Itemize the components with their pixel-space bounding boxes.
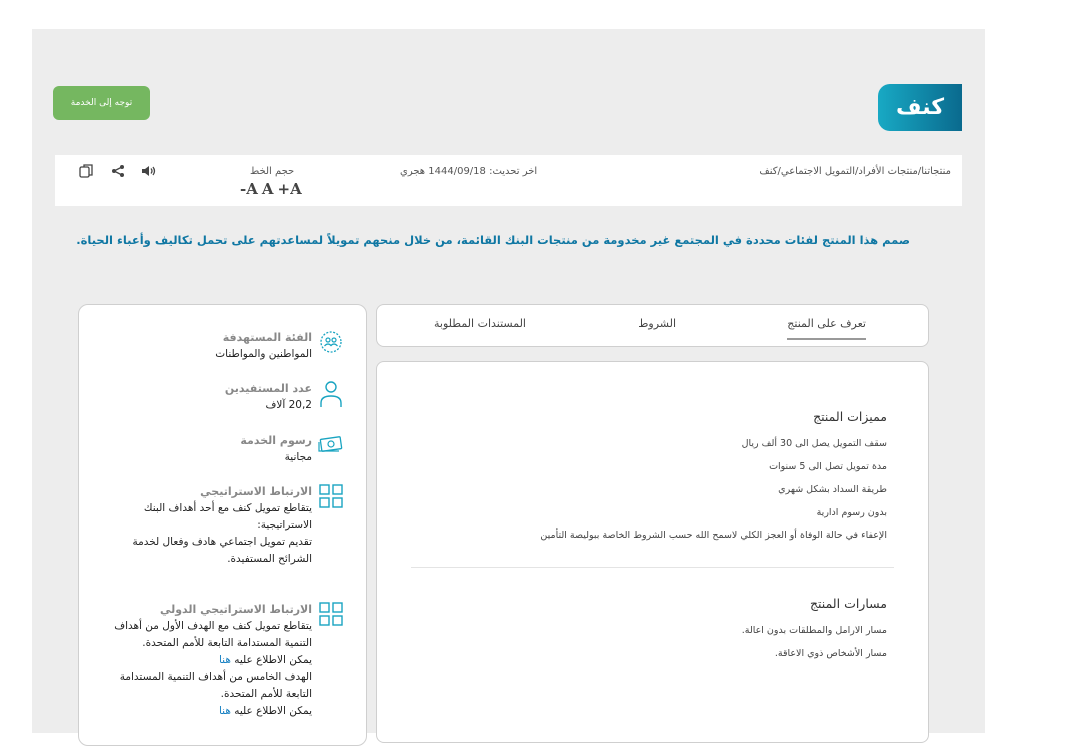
feature-beneficiaries: عدد المستفيدين 20,2 آلاف xyxy=(94,380,344,414)
font-size-label: حجم الخط xyxy=(250,166,295,177)
feature-service-fees: رسوم الخدمة مجانية xyxy=(94,432,344,466)
breadcrumb-our-products[interactable]: منتجاتنا xyxy=(921,166,951,177)
strategic-link-line: الشرائح المستفيدة. xyxy=(227,553,312,565)
feature-strategic-link: الارتباط الاستراتيجي يتقاطع تمويل كنف مع… xyxy=(94,483,344,568)
product-features-list: سقف التمويل يصل الى 30 ألف ريال مدة تموي… xyxy=(540,432,887,547)
list-item: طريقة السداد بشكل شهري xyxy=(778,484,887,495)
list-item: مسار الارامل والمطلقات بدون اعالة. xyxy=(741,625,887,636)
tab-about-product[interactable]: تعرف على المنتج xyxy=(787,317,866,340)
international-link-line: التابعة للأمم المتحدة. xyxy=(220,688,312,700)
font-increase-button[interactable]: +A xyxy=(278,180,302,198)
go-to-service-button[interactable]: توجه إلى الخدمة xyxy=(53,86,150,120)
list-item: بدون رسوم ادارية xyxy=(816,507,887,518)
info-bar: منتجاتنا/منتجات الأفراد/التمويل الاجتماع… xyxy=(55,155,962,206)
beneficiaries-title: عدد المستفيدين xyxy=(224,382,312,395)
list-item: الإعفاء في حالة الوفاة أو العجز الكلي لا… xyxy=(540,530,887,541)
grid-icon xyxy=(318,483,344,509)
breadcrumb-individual-products[interactable]: منتجات الأفراد xyxy=(858,166,918,177)
strategic-link-line: تقديم تمويل اجتماعي هادف وفعال لخدمة xyxy=(132,536,312,548)
list-item: سقف التمويل يصل الى 30 ألف ريال xyxy=(741,438,887,449)
sdg1-link[interactable]: هنا xyxy=(219,654,231,666)
tab-conditions[interactable]: الشروط xyxy=(638,317,676,330)
list-item: مدة تمويل تصل الى 5 سنوات xyxy=(769,461,887,472)
feature-international-link: الارتباط الاستراتيجي الدولي يتقاطع تمويل… xyxy=(94,601,344,720)
international-link-line: التنمية المستدامة التابعة للأمم المتحدة. xyxy=(142,637,312,649)
tab-content-panel: مميزات المنتج سقف التمويل يصل الى 30 ألف… xyxy=(376,361,929,743)
product-tabs: تعرف على المنتج الشروط المستندات المطلوب… xyxy=(376,304,929,347)
money-icon xyxy=(318,432,344,458)
product-tagline: صمم هذا المنتج لفئات محددة في المجتمع غي… xyxy=(76,233,910,247)
feature-target-group: الفئة المستهدفة المواطنين والمواطنات xyxy=(94,329,344,363)
breadcrumb-social-financing[interactable]: التمويل الاجتماعي xyxy=(781,166,855,177)
product-tracks-title: مسارات المنتج xyxy=(809,596,887,611)
product-title: كنف xyxy=(896,95,944,120)
product-info-card: الفئة المستهدفة المواطنين والمواطنات عدد… xyxy=(78,304,367,746)
speaker-icon[interactable] xyxy=(140,163,156,179)
target-group-value: المواطنين والمواطنات xyxy=(215,348,312,360)
strategic-link-line: الاستراتيجية: xyxy=(257,519,312,531)
international-link-text: يمكن الاطلاع عليه xyxy=(234,654,312,666)
product-features-title: مميزات المنتج xyxy=(813,409,887,424)
tab-required-documents[interactable]: المستندات المطلوبة xyxy=(434,317,526,330)
share-icon[interactable] xyxy=(110,163,126,179)
copy-icon[interactable] xyxy=(78,163,94,179)
international-link-line: يتقاطع تمويل كنف مع الهدف الأول من أهداف xyxy=(114,620,312,632)
international-link-line: يمكن الاطلاع عليه هنا xyxy=(72,652,312,669)
font-size-controls: -A A +A xyxy=(240,180,302,198)
list-item: مسار الأشخاص ذوي الاعاقة. xyxy=(774,648,887,659)
group-icon xyxy=(318,329,344,355)
international-link-line: يمكن الاطلاع عليه هنا xyxy=(72,703,312,720)
international-link-title: الارتباط الاستراتيجي الدولي xyxy=(159,603,312,616)
product-tracks-list: مسار الارامل والمطلقات بدون اعالة. مسار … xyxy=(742,619,887,665)
breadcrumb-current: كنف xyxy=(759,166,778,177)
sdg5-link[interactable]: هنا xyxy=(219,705,231,717)
product-title-badge: كنف xyxy=(878,84,962,131)
breadcrumb: منتجاتنا/منتجات الأفراد/التمويل الاجتماع… xyxy=(759,166,951,177)
font-decrease-button[interactable]: -A xyxy=(240,180,258,198)
international-link-text: يمكن الاطلاع عليه xyxy=(234,705,312,717)
international-link-line: الهدف الخامس من أهداف التنمية المستدامة xyxy=(119,671,312,683)
font-normal-button[interactable]: A xyxy=(262,180,274,198)
person-icon xyxy=(318,380,344,407)
target-group-title: الفئة المستهدفة xyxy=(222,331,312,344)
section-divider xyxy=(411,567,894,568)
service-fees-title: رسوم الخدمة xyxy=(240,434,312,447)
beneficiaries-value: 20,2 آلاف xyxy=(265,399,312,411)
strategic-link-line: يتقاطع تمويل كنف مع أحد أهداف البنك xyxy=(143,502,312,514)
grid-icon xyxy=(318,601,344,627)
strategic-link-title: الارتباط الاستراتيجي xyxy=(200,485,312,498)
last-updated: اخر تحديث: 1444/09/18 هجري xyxy=(400,166,538,177)
service-fees-value: مجانية xyxy=(284,451,312,463)
